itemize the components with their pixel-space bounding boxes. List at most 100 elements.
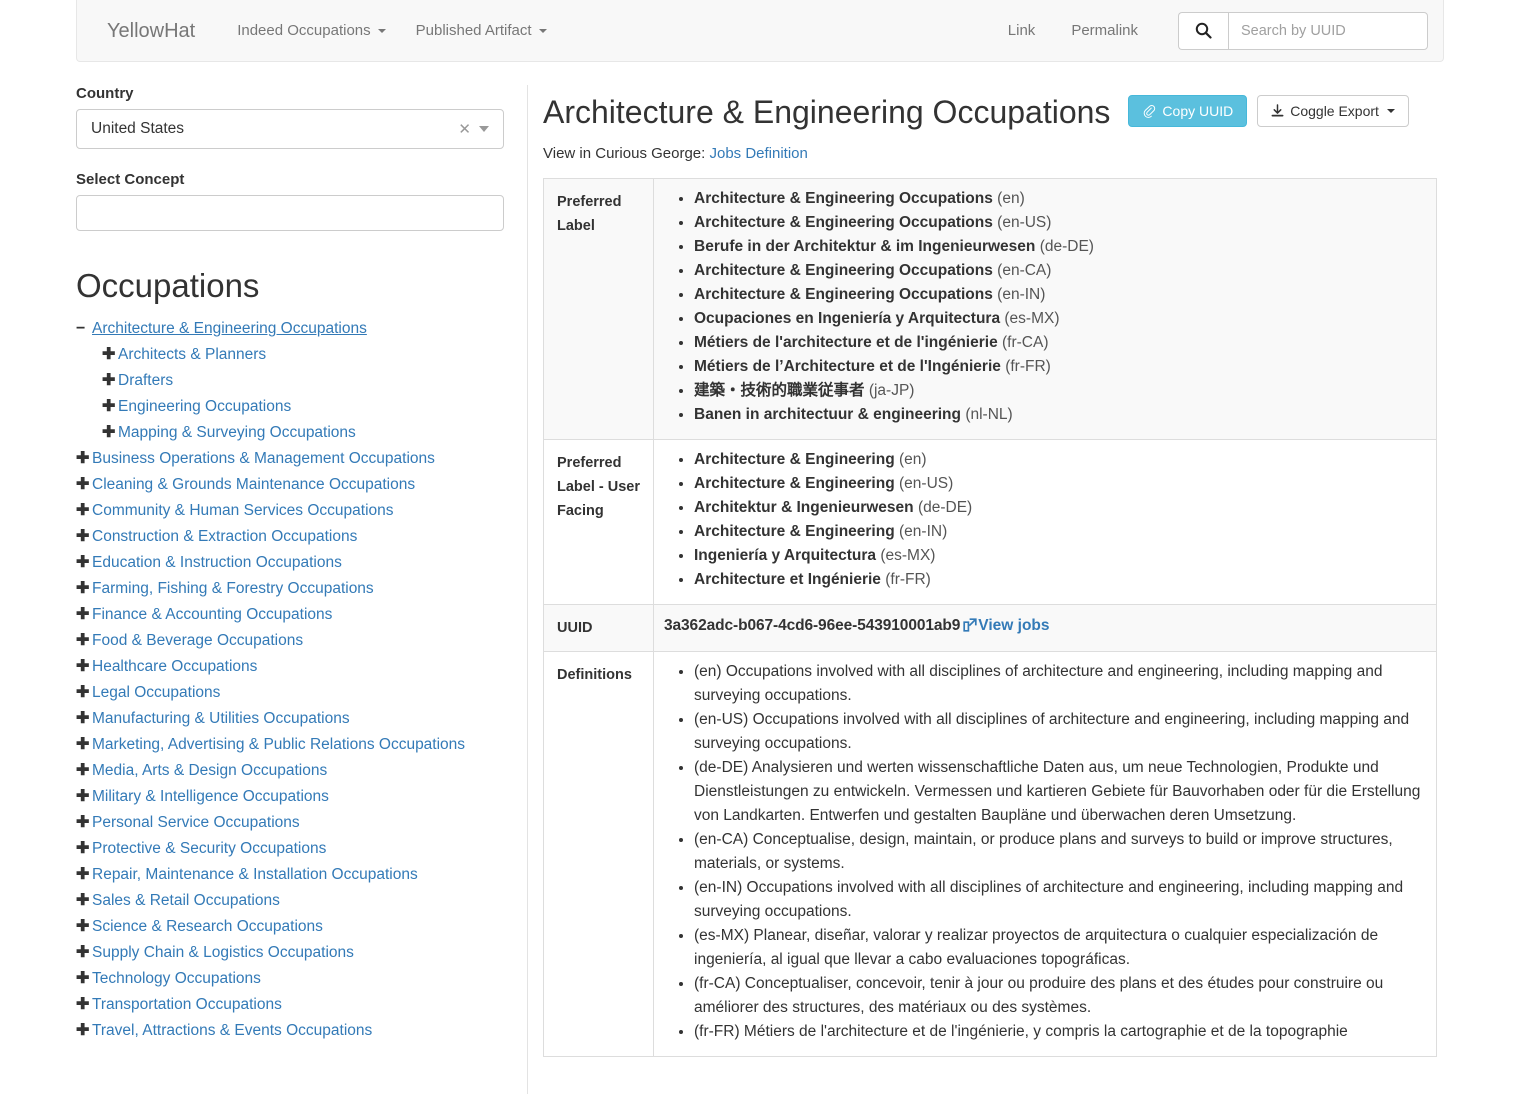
nav-menu-published-artifact[interactable]: Published Artifact (401, 14, 562, 47)
tree-node-label[interactable]: Travel, Attractions & Events Occupations (92, 1022, 372, 1039)
expand-icon[interactable]: ✚ (76, 758, 92, 784)
expand-icon[interactable]: ✚ (76, 1018, 92, 1044)
collapse-icon[interactable]: − (76, 316, 92, 342)
nav-menu-indeed-occupations[interactable]: Indeed Occupations (222, 14, 400, 47)
tree-node-label[interactable]: Drafters (118, 372, 173, 389)
tree-node[interactable]: ✚ Finance & Accounting Occupations (76, 602, 513, 628)
clear-icon[interactable]: ✕ (450, 120, 479, 138)
expand-icon[interactable]: ✚ (76, 966, 92, 992)
tree-node-label[interactable]: Architecture & Engineering Occupations (92, 320, 367, 337)
copy-uuid-button[interactable]: Copy UUID (1128, 95, 1248, 127)
expand-icon[interactable]: ✚ (76, 706, 92, 732)
tree-node[interactable]: ✚ Technology Occupations (76, 966, 513, 992)
tree-node[interactable]: ✚ Engineering Occupations (102, 394, 513, 420)
tree-node-label[interactable]: Engineering Occupations (118, 398, 291, 415)
tree-node[interactable]: ✚ Military & Intelligence Occupations (76, 784, 513, 810)
tree-node[interactable]: − Architecture & Engineering Occupations (76, 316, 513, 342)
nav-link-permalink[interactable]: Permalink (1053, 14, 1156, 47)
expand-icon[interactable]: ✚ (102, 420, 118, 446)
tree-node[interactable]: ✚ Sales & Retail Occupations (76, 888, 513, 914)
tree-node[interactable]: ✚ Construction & Extraction Occupations (76, 524, 513, 550)
label-language: (es-MX) (880, 547, 936, 564)
tree-node-label[interactable]: Sales & Retail Occupations (92, 892, 280, 909)
tree-node-label[interactable]: Construction & Extraction Occupations (92, 528, 357, 545)
search-button[interactable] (1178, 11, 1228, 50)
jobs-definition-link[interactable]: Jobs Definition (709, 145, 807, 162)
expand-icon[interactable]: ✚ (76, 732, 92, 758)
expand-icon[interactable]: ✚ (76, 940, 92, 966)
tree-node-label[interactable]: Education & Instruction Occupations (92, 554, 342, 571)
tree-node-label[interactable]: Science & Research Occupations (92, 918, 323, 935)
expand-icon[interactable]: ✚ (76, 602, 92, 628)
tree-node[interactable]: ✚ Mapping & Surveying Occupations (102, 420, 513, 446)
tree-node-label[interactable]: Manufacturing & Utilities Occupations (92, 710, 350, 727)
tree-node-label[interactable]: Transportation Occupations (92, 996, 282, 1013)
expand-icon[interactable]: ✚ (76, 628, 92, 654)
tree-node[interactable]: ✚ Personal Service Occupations (76, 810, 513, 836)
tree-node[interactable]: ✚ Supply Chain & Logistics Occupations (76, 940, 513, 966)
view-jobs-link[interactable]: View jobs (963, 617, 1050, 634)
tree-node[interactable]: ✚ Protective & Security Occupations (76, 836, 513, 862)
expand-icon[interactable]: ✚ (76, 576, 92, 602)
expand-icon[interactable]: ✚ (76, 888, 92, 914)
tree-node[interactable]: ✚ Travel, Attractions & Events Occupation… (76, 1018, 513, 1044)
tree-node-label[interactable]: Technology Occupations (92, 970, 261, 987)
country-select[interactable]: United States ✕ (76, 109, 504, 149)
tree-node-label[interactable]: Supply Chain & Logistics Occupations (92, 944, 354, 961)
tree-node[interactable]: ✚ Cleaning & Grounds Maintenance Occupati… (76, 472, 513, 498)
tree-node-label[interactable]: Business Operations & Management Occupat… (92, 450, 435, 467)
tree-node[interactable]: ✚ Architects & Planners (102, 342, 513, 368)
tree-node[interactable]: ✚ Repair, Maintenance & Installation Occu… (76, 862, 513, 888)
tree-node[interactable]: ✚ Legal Occupations (76, 680, 513, 706)
nav-link-link[interactable]: Link (990, 14, 1054, 47)
tree-node[interactable]: ✚ Media, Arts & Design Occupations (76, 758, 513, 784)
expand-icon[interactable]: ✚ (76, 446, 92, 472)
expand-icon[interactable]: ✚ (76, 914, 92, 940)
tree-node[interactable]: ✚ Science & Research Occupations (76, 914, 513, 940)
tree-node-label[interactable]: Farming, Fishing & Forestry Occupations (92, 580, 374, 597)
coggle-export-button[interactable]: Coggle Export (1257, 95, 1409, 127)
brand-logo[interactable]: YellowHat (92, 21, 210, 41)
tree-node[interactable]: ✚ Community & Human Services Occupations (76, 498, 513, 524)
expand-icon[interactable]: ✚ (76, 680, 92, 706)
tree-node[interactable]: ✚ Manufacturing & Utilities Occupations (76, 706, 513, 732)
tree-node[interactable]: ✚ Healthcare Occupations (76, 654, 513, 680)
tree-node-label[interactable]: Healthcare Occupations (92, 658, 257, 675)
expand-icon[interactable]: ✚ (76, 810, 92, 836)
tree-node[interactable]: ✚ Marketing, Advertising & Public Relatio… (76, 732, 513, 758)
chevron-down-icon[interactable] (479, 126, 489, 132)
expand-icon[interactable]: ✚ (76, 498, 92, 524)
tree-node[interactable]: ✚ Transportation Occupations (76, 992, 513, 1018)
expand-icon[interactable]: ✚ (102, 368, 118, 394)
search-input[interactable] (1228, 11, 1428, 50)
tree-node[interactable]: ✚ Business Operations & Management Occupa… (76, 446, 513, 472)
expand-icon[interactable]: ✚ (76, 992, 92, 1018)
expand-icon[interactable]: ✚ (76, 784, 92, 810)
expand-icon[interactable]: ✚ (76, 836, 92, 862)
tree-node-label[interactable]: Military & Intelligence Occupations (92, 788, 329, 805)
tree-node-label[interactable]: Food & Beverage Occupations (92, 632, 303, 649)
tree-node-label[interactable]: Community & Human Services Occupations (92, 502, 394, 519)
expand-icon[interactable]: ✚ (76, 862, 92, 888)
tree-node[interactable]: ✚ Farming, Fishing & Forestry Occupations (76, 576, 513, 602)
tree-node[interactable]: ✚ Education & Instruction Occupations (76, 550, 513, 576)
tree-node-label[interactable]: Legal Occupations (92, 684, 220, 701)
tree-node-label[interactable]: Marketing, Advertising & Public Relation… (92, 736, 465, 753)
select-concept-input[interactable] (76, 195, 504, 231)
tree-node[interactable]: ✚ Food & Beverage Occupations (76, 628, 513, 654)
expand-icon[interactable]: ✚ (76, 654, 92, 680)
tree-node-label[interactable]: Protective & Security Occupations (92, 840, 326, 857)
expand-icon[interactable]: ✚ (76, 472, 92, 498)
tree-node-label[interactable]: Personal Service Occupations (92, 814, 300, 831)
expand-icon[interactable]: ✚ (102, 342, 118, 368)
expand-icon[interactable]: ✚ (76, 550, 92, 576)
tree-node-label[interactable]: Mapping & Surveying Occupations (118, 424, 356, 441)
tree-node-label[interactable]: Architects & Planners (118, 346, 266, 363)
tree-node[interactable]: ✚ Drafters (102, 368, 513, 394)
expand-icon[interactable]: ✚ (76, 524, 92, 550)
tree-node-label[interactable]: Cleaning & Grounds Maintenance Occupatio… (92, 476, 415, 493)
expand-icon[interactable]: ✚ (102, 394, 118, 420)
tree-node-label[interactable]: Media, Arts & Design Occupations (92, 762, 327, 779)
tree-node-label[interactable]: Repair, Maintenance & Installation Occup… (92, 866, 418, 883)
tree-node-label[interactable]: Finance & Accounting Occupations (92, 606, 332, 623)
